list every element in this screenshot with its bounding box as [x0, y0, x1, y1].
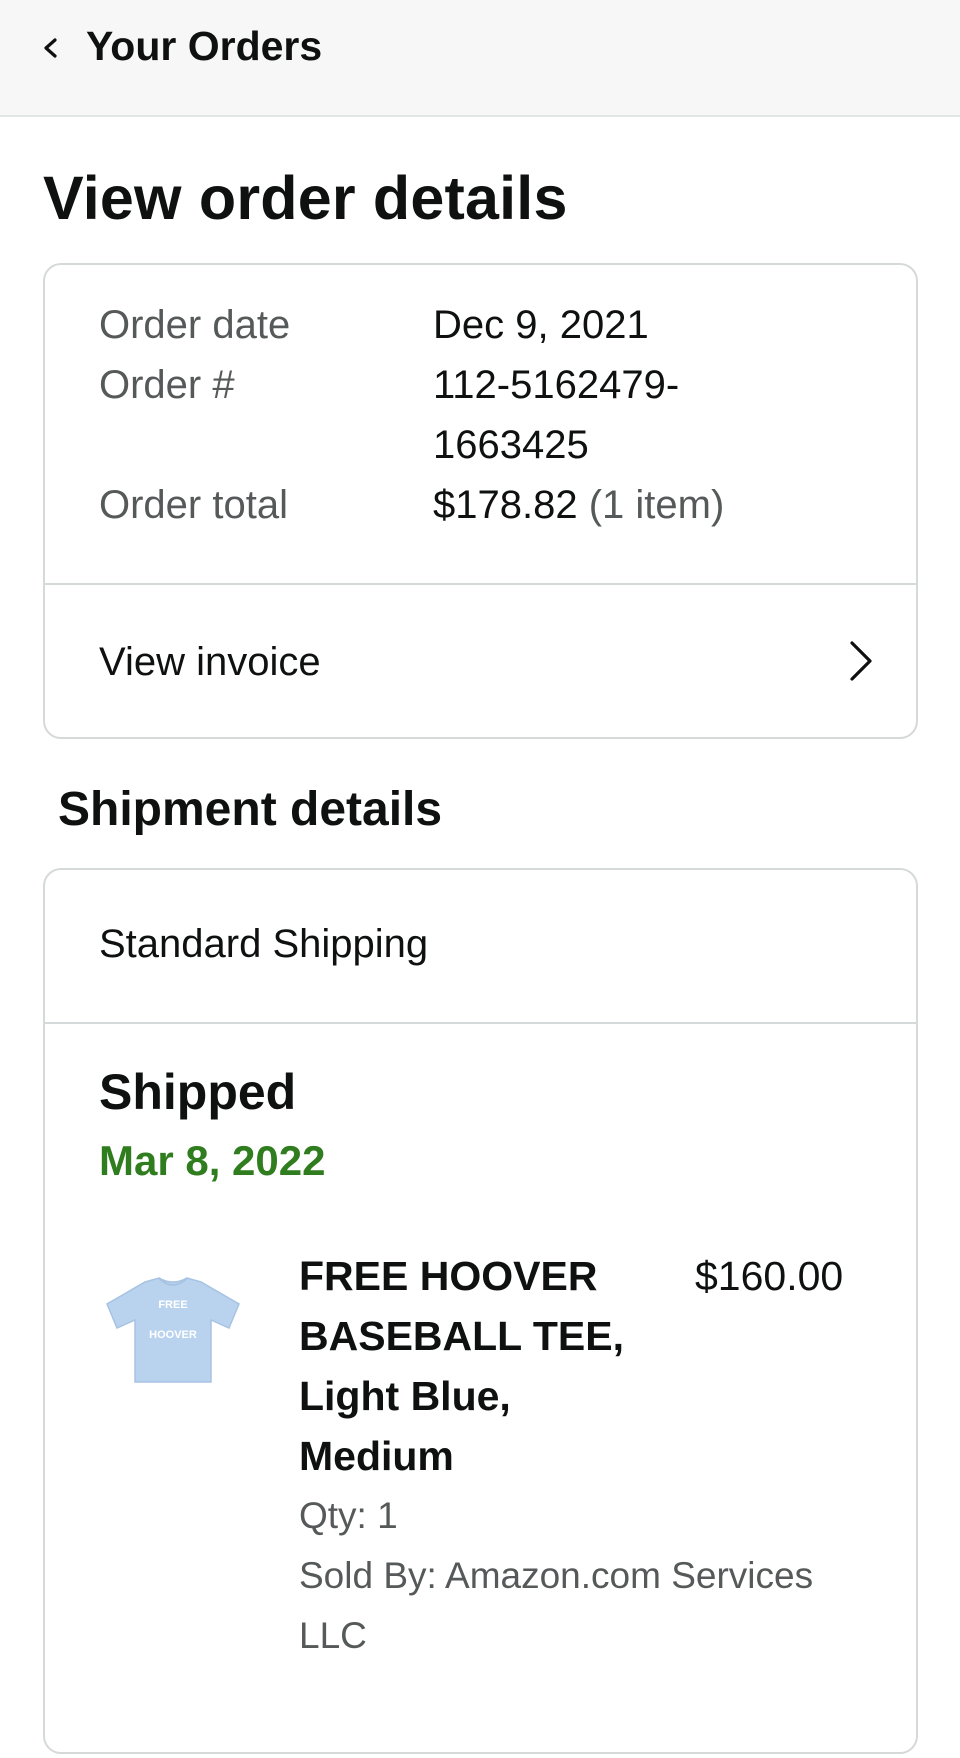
order-number-value-line1: 112-5162479-	[433, 363, 680, 407]
product-title-link[interactable]: FREE HOOVER BASEBALL TEE, Light Blue, Me…	[299, 1246, 639, 1486]
shipment-details-title: Shipment details	[58, 783, 443, 836]
top-bar: Your Orders	[0, 0, 960, 117]
order-date-value: Dec 9, 2021	[433, 303, 649, 347]
order-total-label: Order total	[99, 483, 288, 527]
shipping-method: Standard Shipping	[99, 922, 429, 966]
tshirt-print-text-1: FREE	[158, 1299, 187, 1311]
tshirt-image[interactable]: FREE HOOVER	[103, 1270, 243, 1390]
order-total-amount: $178.82	[433, 483, 578, 527]
product-quantity: Qty: 1	[299, 1495, 398, 1536]
product-price: $160.00	[695, 1253, 844, 1299]
order-number-value-line2: 1663425	[433, 423, 589, 467]
shipment-card: Standard Shipping Shipped Mar 8, 2022 FR…	[43, 868, 918, 1754]
header-title[interactable]: Your Orders	[86, 20, 322, 72]
shipment-date: Mar 8, 2022	[99, 1137, 326, 1184]
product-seller: Sold By: Amazon.com Services LLC	[299, 1555, 814, 1656]
divider	[45, 1022, 916, 1024]
view-invoice-row[interactable]: View invoice	[45, 585, 916, 737]
page-title: View order details	[43, 164, 568, 232]
order-total-items: (1 item)	[588, 483, 725, 527]
tshirt-print-text-2: HOOVER	[149, 1329, 197, 1341]
order-number-label: Order #	[99, 363, 235, 407]
order-total-value: $178.82 (1 item)	[433, 475, 873, 535]
order-summary-card: Order date Dec 9, 2021 Order # 112-51624…	[43, 263, 918, 739]
chevron-left-icon	[44, 38, 57, 58]
chevron-right-icon	[850, 641, 872, 681]
shipment-status: Shipped	[99, 1064, 297, 1120]
order-date-label: Order date	[99, 303, 291, 347]
view-invoice-label: View invoice	[99, 640, 321, 684]
back-button[interactable]	[38, 26, 64, 70]
